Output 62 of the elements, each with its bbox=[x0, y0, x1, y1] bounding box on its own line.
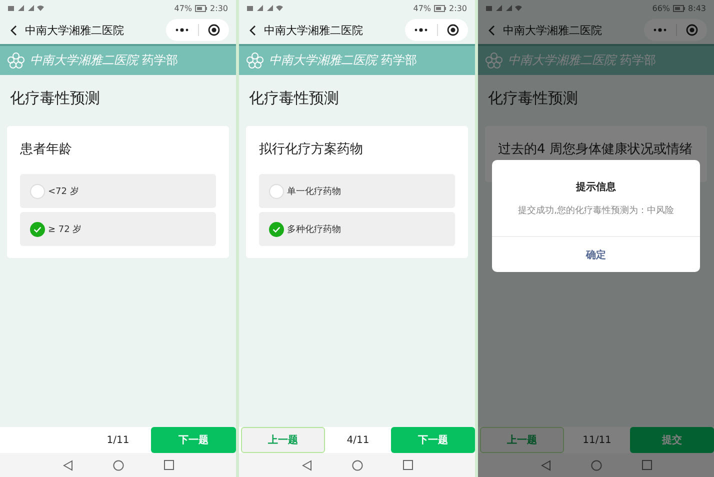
close-icon[interactable] bbox=[208, 24, 220, 36]
signal-icon bbox=[8, 4, 44, 12]
battery-percent: 47% bbox=[413, 4, 432, 12]
clock-time: 2:30 bbox=[449, 4, 467, 12]
banner-hospital-name: 中南大学湘雅二医院 bbox=[269, 52, 377, 69]
back-nav-icon[interactable] bbox=[302, 460, 312, 470]
answer-option[interactable]: 多种化疗药物 bbox=[259, 212, 455, 246]
flower-logo-icon bbox=[484, 50, 504, 70]
answer-option[interactable]: <72 岁 bbox=[20, 174, 216, 208]
check-circle-icon bbox=[269, 222, 284, 236]
question-counter: 4/11 bbox=[346, 434, 370, 448]
clock-time: 2:30 bbox=[210, 4, 228, 12]
question-counter: 11/11 bbox=[582, 434, 612, 448]
answer-option[interactable]: ≥ 72 岁 bbox=[20, 212, 216, 246]
page-title: 化疗毒性预测 bbox=[9, 88, 101, 109]
question-counter: 1/11 bbox=[106, 434, 130, 448]
battery-percent: 66% bbox=[652, 4, 670, 12]
question-title: 拟行化疗方案药物 bbox=[259, 141, 364, 158]
back-icon[interactable] bbox=[10, 24, 17, 36]
banner-hospital-name: 中南大学湘雅二医院 bbox=[508, 52, 616, 69]
confirm-button[interactable]: 确定 bbox=[492, 236, 700, 272]
battery-icon bbox=[434, 4, 446, 12]
mini-program-capsule[interactable] bbox=[166, 19, 229, 41]
close-icon[interactable] bbox=[447, 24, 459, 36]
nav-title: 中南大学湘雅二医院 bbox=[264, 22, 363, 38]
radio-circle-icon bbox=[30, 184, 45, 198]
home-nav-icon[interactable] bbox=[590, 460, 602, 470]
banner-department: 药学部 bbox=[381, 52, 417, 69]
home-nav-icon[interactable] bbox=[352, 460, 362, 470]
dialog-message: 提交成功,您的化疗毒性预测为：中风险 bbox=[517, 204, 675, 218]
page-title: 化疗毒性预测 bbox=[248, 88, 340, 109]
question-title: 患者年龄 bbox=[20, 141, 73, 158]
more-icon[interactable] bbox=[414, 28, 428, 32]
check-circle-icon bbox=[30, 222, 45, 236]
mini-program-capsule[interactable] bbox=[405, 19, 468, 41]
answer-option[interactable]: 单一化疗药物 bbox=[259, 174, 455, 208]
back-nav-icon[interactable] bbox=[62, 460, 72, 470]
previous-button[interactable]: 上一题 bbox=[241, 427, 326, 453]
recents-nav-icon[interactable] bbox=[642, 460, 652, 470]
back-icon[interactable] bbox=[249, 24, 256, 36]
battery-percent: 47% bbox=[174, 4, 192, 12]
flower-logo-icon bbox=[6, 50, 26, 70]
banner-department: 药学部 bbox=[142, 52, 178, 69]
nav-title: 中南大学湘雅二医院 bbox=[503, 22, 602, 38]
radio-circle-icon bbox=[269, 184, 284, 198]
dialog-title: 提示信息 bbox=[576, 180, 616, 194]
page-title: 化疗毒性预测 bbox=[487, 88, 579, 109]
more-icon[interactable] bbox=[175, 28, 189, 32]
signal-icon bbox=[486, 4, 522, 12]
flower-logo-icon bbox=[245, 50, 265, 70]
back-nav-icon[interactable] bbox=[540, 460, 550, 470]
signal-icon bbox=[247, 4, 283, 12]
question-title: 过去的4 周您身体健康状况或情绪 bbox=[498, 141, 694, 158]
battery-icon bbox=[195, 4, 208, 12]
banner-hospital-name: 中南大学湘雅二医院 bbox=[30, 52, 138, 69]
recents-nav-icon[interactable] bbox=[402, 460, 412, 470]
battery-icon bbox=[673, 4, 686, 12]
banner-department: 药学部 bbox=[620, 52, 656, 69]
nav-title: 中南大学湘雅二医院 bbox=[25, 22, 124, 38]
home-nav-icon[interactable] bbox=[112, 460, 124, 470]
clock-time: 8:43 bbox=[688, 4, 706, 12]
recents-nav-icon[interactable] bbox=[164, 460, 174, 470]
